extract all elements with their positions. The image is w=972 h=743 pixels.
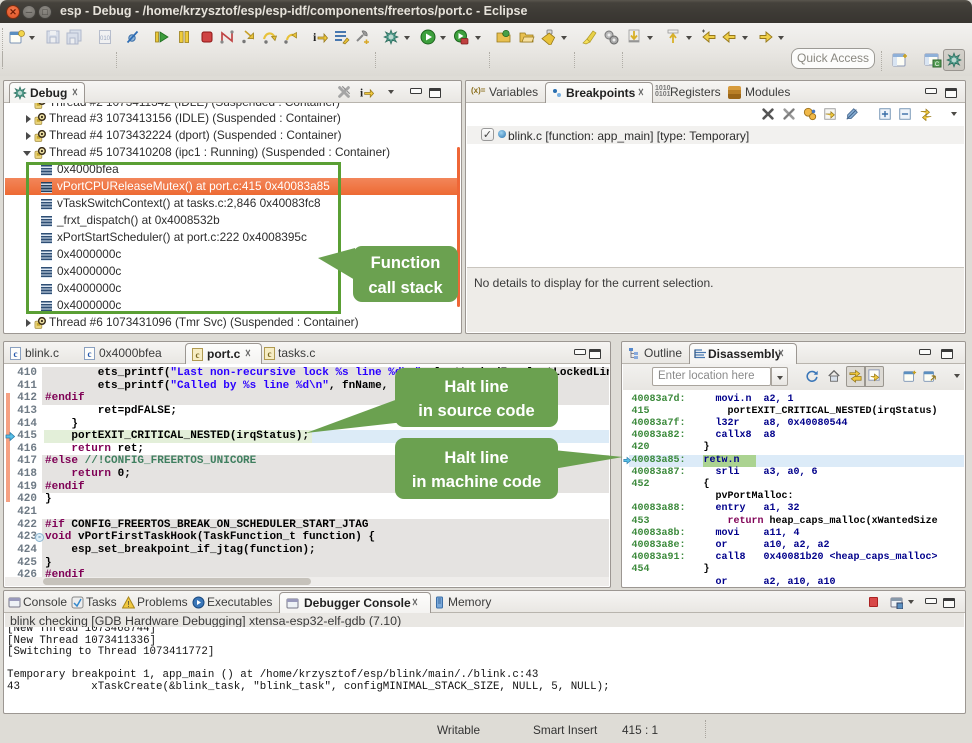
- svg-text:i: i: [360, 87, 363, 99]
- svg-text:!: !: [127, 600, 129, 609]
- svg-text:C: C: [935, 62, 940, 68]
- svg-text:i: i: [313, 30, 317, 44]
- svg-text:010: 010: [100, 36, 111, 42]
